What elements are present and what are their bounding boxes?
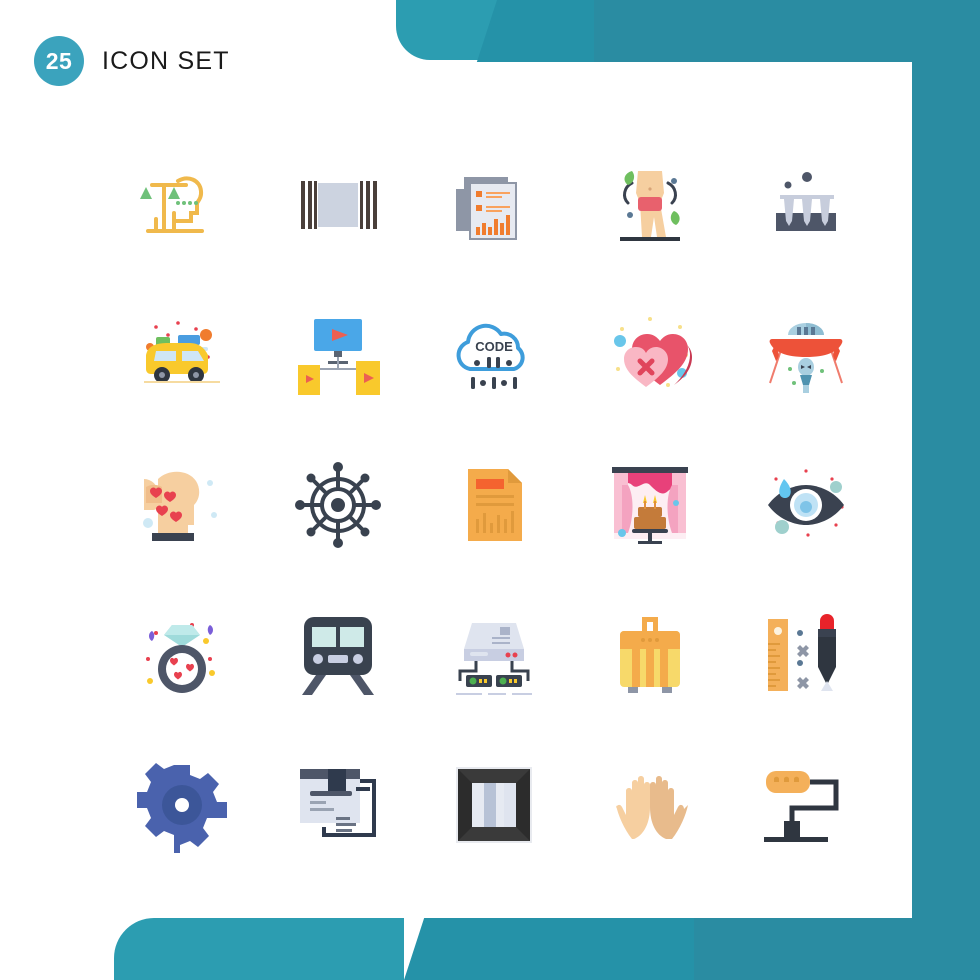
train-front-icon — [302, 617, 374, 695]
icon-cell[interactable] — [728, 130, 884, 280]
barcode-curtain-icon — [301, 181, 377, 229]
right-teal-band — [912, 0, 980, 980]
bottom-band-light — [114, 918, 404, 980]
icon-cell[interactable] — [104, 730, 260, 880]
gear-settings-icon — [137, 763, 227, 853]
page-header: 25 Icon Set — [34, 36, 230, 86]
orange-report-file-icon — [468, 469, 522, 541]
desk-lamp-icon — [764, 771, 839, 842]
page-title: Icon Set — [102, 46, 230, 75]
head-balance-scales-icon — [140, 176, 204, 233]
top-band-mid — [476, 0, 627, 62]
icon-cell[interactable] — [572, 280, 728, 430]
diamond-ring-icon — [146, 623, 215, 693]
icon-cell[interactable] — [572, 730, 728, 880]
bottom-band-dark — [694, 918, 980, 980]
ufo-alien-icon — [769, 323, 843, 393]
icon-cell[interactable] — [104, 130, 260, 280]
icon-cell[interactable]: CODE — [416, 280, 572, 430]
icon-cell[interactable] — [416, 430, 572, 580]
open-hands-icon — [616, 776, 688, 839]
video-distribution-icon — [298, 319, 380, 395]
icon-cell[interactable] — [260, 730, 416, 880]
cloud-code-text: CODE — [475, 339, 513, 354]
cloud-code-icon: CODE — [456, 323, 525, 389]
cake-stage-icon — [612, 467, 688, 544]
network-server-icon — [456, 623, 532, 695]
icon-cell[interactable] — [572, 430, 728, 580]
icon-cell[interactable] — [728, 430, 884, 580]
icon-count-badge: 25 — [34, 36, 84, 86]
icon-set-page: 25 Icon Set — [0, 0, 980, 980]
icon-cell[interactable] — [728, 280, 884, 430]
icon-cell[interactable] — [572, 580, 728, 730]
bottom-band-mid — [404, 918, 725, 980]
icon-cell[interactable] — [104, 430, 260, 580]
head-love-thoughts-icon — [143, 471, 217, 541]
travel-car-icon — [144, 321, 220, 383]
icon-cell[interactable] — [416, 130, 572, 280]
icon-cell[interactable] — [260, 430, 416, 580]
icon-grid: CODE — [104, 130, 884, 880]
ruler-pen-icon — [768, 614, 836, 691]
icon-cell[interactable] — [260, 280, 416, 430]
suitcase-luggage-icon — [620, 617, 680, 693]
icon-cell[interactable] — [728, 580, 884, 730]
icon-cell[interactable] — [104, 280, 260, 430]
icon-cell[interactable] — [104, 580, 260, 730]
nails-rack-icon — [776, 172, 836, 231]
ship-wheel-icon — [295, 462, 381, 548]
icon-cell[interactable] — [572, 130, 728, 280]
slim-body-diet-icon — [620, 171, 680, 241]
icon-cell[interactable] — [260, 130, 416, 280]
broken-hearts-icon — [614, 317, 692, 387]
icon-cell[interactable] — [260, 580, 416, 730]
top-band-light — [396, 0, 556, 60]
picture-frame-icon — [456, 767, 532, 843]
top-band-dark — [594, 0, 980, 62]
icon-cell[interactable] — [416, 580, 572, 730]
crying-eye-icon — [768, 469, 844, 537]
package-label-icon — [300, 769, 376, 837]
report-documents-icon — [456, 177, 517, 240]
icon-cell[interactable] — [728, 730, 884, 880]
icon-cell[interactable] — [416, 730, 572, 880]
